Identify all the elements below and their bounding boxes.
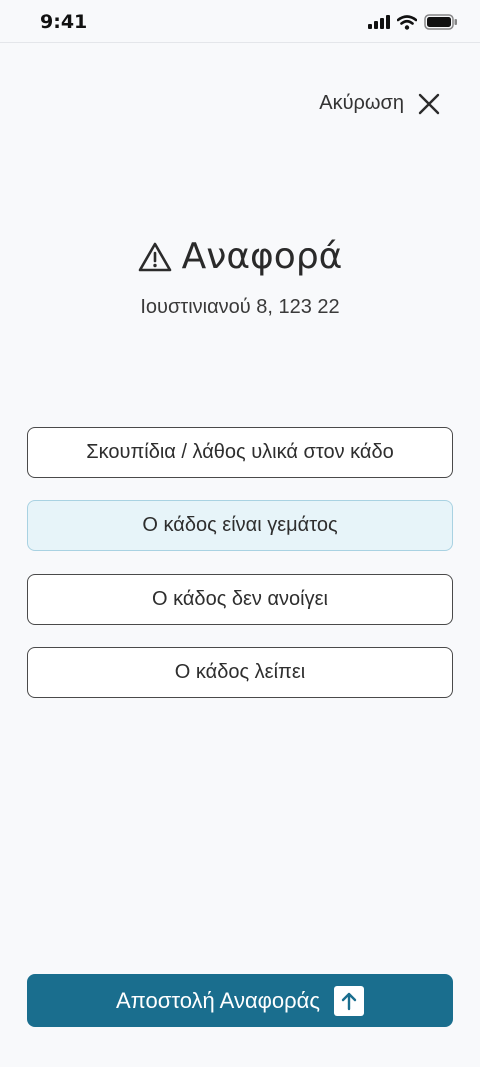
cancel-button[interactable]: Ακύρωση xyxy=(319,92,440,115)
wifi-icon xyxy=(397,14,417,30)
status-bar: 9:41 xyxy=(0,0,480,43)
page-title-row: Αναφορά xyxy=(0,236,480,277)
submit-report-button[interactable]: Αποστολή Αναφοράς xyxy=(27,974,453,1027)
upload-icon xyxy=(334,985,364,1016)
submit-label: Αποστολή Αναφοράς xyxy=(115,987,320,1013)
cancel-label: Ακύρωση xyxy=(319,92,404,114)
option-bin-missing[interactable]: Ο κάδος λείπει xyxy=(27,647,453,698)
page-title: Αναφορά xyxy=(181,236,343,277)
status-time: 9:41 xyxy=(40,11,88,33)
battery-icon xyxy=(424,14,457,30)
option-wrong-materials[interactable]: Σκουπίδια / λάθος υλικά στον κάδο xyxy=(27,427,453,478)
option-bin-full[interactable]: Ο κάδος είναι γεμάτος xyxy=(27,500,453,551)
address-text: Ιουστινιανού 8, 123 22 xyxy=(140,296,340,318)
status-icons xyxy=(368,14,458,30)
option-bin-not-opening[interactable]: Ο κάδος δεν ανοίγει xyxy=(27,574,453,625)
signal-icon xyxy=(368,15,390,29)
warning-icon xyxy=(138,242,171,271)
close-icon xyxy=(418,93,440,114)
